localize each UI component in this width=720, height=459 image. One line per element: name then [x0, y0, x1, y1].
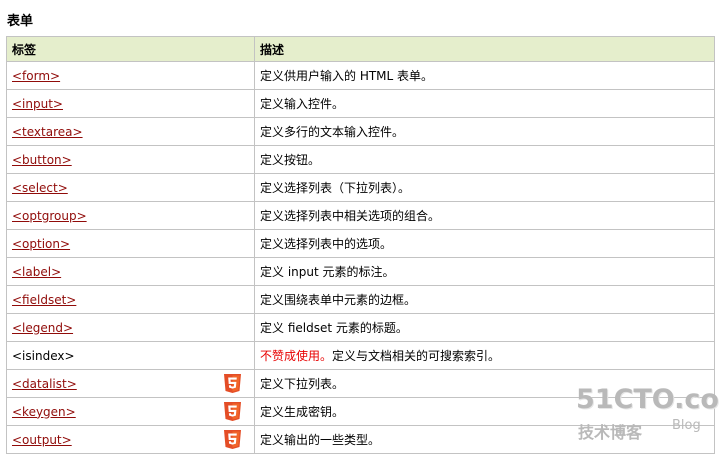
tag-link[interactable]: <fieldset> [12, 293, 76, 307]
description-cell: 定义输出的一些类型。 [254, 425, 715, 454]
table-row: <datalist> 定义下拉列表。 [6, 369, 715, 398]
description-text: 定义下拉列表。 [260, 377, 345, 391]
tag-cell: <keygen> [6, 397, 255, 426]
html5-icon [224, 402, 241, 421]
description-cell: 定义选择列表（下拉列表）。 [254, 173, 715, 202]
description-cell: 定义选择列表中相关选项的组合。 [254, 201, 715, 230]
table-row: <textarea> 定义多行的文本输入控件。 [6, 117, 715, 146]
tag-cell-content: <select> [12, 181, 249, 195]
table-row: <fieldset> 定义围绕表单中元素的边框。 [6, 285, 715, 314]
tag-link[interactable]: <optgroup> [12, 209, 87, 223]
tag-cell: <output> [6, 425, 255, 454]
description-cell: 定义输入控件。 [254, 89, 715, 118]
tag-cell-content: <input> [12, 97, 249, 111]
description-text: 定义多行的文本输入控件。 [260, 125, 405, 139]
tag-cell-content: <fieldset> [12, 293, 249, 307]
tag-cell: <label> [6, 257, 255, 286]
tag-cell-content: <option> [12, 237, 249, 251]
tag-cell: <legend> [6, 313, 255, 342]
section-title: 表单 [7, 14, 34, 29]
tag-cell: <fieldset> [6, 285, 255, 314]
table-row: <output> 定义输出的一些类型。 [6, 425, 715, 454]
tag-link[interactable]: <datalist> [12, 377, 77, 391]
tag-cell: <datalist> [6, 369, 255, 398]
tag-cell: <textarea> [6, 117, 255, 146]
description-text: 定义选择列表中相关选项的组合。 [260, 209, 441, 223]
description-text: 定义与文档相关的可搜索索引。 [332, 349, 501, 363]
description-text: 定义按钮。 [260, 153, 321, 167]
tag-cell: <optgroup> [6, 201, 255, 230]
tag-name: <isindex> [12, 348, 75, 363]
description-cell: 不赞成使用。定义与文档相关的可搜索索引。 [254, 341, 715, 370]
tag-link[interactable]: <input> [12, 97, 63, 111]
tag-link[interactable]: <label> [12, 265, 61, 279]
table-row: <select> 定义选择列表（下拉列表）。 [6, 173, 715, 202]
description-cell: 定义 fieldset 元素的标题。 [254, 313, 715, 342]
table-header-row: 标签 描述 [6, 36, 715, 62]
description-text: 定义生成密钥。 [260, 405, 345, 419]
description-text: 定义选择列表中的选项。 [260, 237, 393, 251]
tag-cell: <input> [6, 89, 255, 118]
description-text: 定义 input 元素的标注。 [260, 265, 395, 279]
tag-cell: <button> [6, 145, 255, 174]
table-row: <button> 定义按钮。 [6, 145, 715, 174]
description-cell: 定义围绕表单中元素的边框。 [254, 285, 715, 314]
tag-link[interactable]: <keygen> [12, 405, 76, 419]
table-row: <label> 定义 input 元素的标注。 [6, 257, 715, 286]
description-text: 定义围绕表单中元素的边框。 [260, 293, 417, 307]
html5-icon [224, 374, 241, 393]
tag-link[interactable]: <form> [12, 69, 60, 83]
column-header-description: 描述 [254, 36, 715, 62]
tag-link[interactable]: <textarea> [12, 125, 83, 139]
column-header-tag: 标签 [6, 36, 255, 62]
description-cell: 定义生成密钥。 [254, 397, 715, 426]
tag-cell-content: <label> [12, 265, 249, 279]
tag-cell-content: <legend> [12, 321, 249, 335]
tag-cell-content: <button> [12, 153, 249, 167]
description-text: 定义 fieldset 元素的标题。 [260, 321, 408, 335]
tag-cell-content: <keygen> [12, 402, 249, 421]
tag-cell: <form> [6, 61, 255, 90]
tag-cell-content: <form> [12, 69, 249, 83]
tag-cell: <option> [6, 229, 255, 258]
tag-cell-content: <isindex> [12, 349, 249, 363]
tag-link[interactable]: <output> [12, 433, 72, 447]
description-cell: 定义下拉列表。 [254, 369, 715, 398]
tag-link[interactable]: <legend> [12, 321, 73, 335]
description-cell: 定义 input 元素的标注。 [254, 257, 715, 286]
tag-cell-content: <textarea> [12, 125, 249, 139]
table-row: <input> 定义输入控件。 [6, 89, 715, 118]
description-text: 定义供用户输入的 HTML 表单。 [260, 69, 434, 83]
description-cell: 定义供用户输入的 HTML 表单。 [254, 61, 715, 90]
table-row: <legend> 定义 fieldset 元素的标题。 [6, 313, 715, 342]
table-row: <keygen> 定义生成密钥。 [6, 397, 715, 426]
deprecated-warning: 不赞成使用。 [260, 349, 333, 363]
tag-link[interactable]: <button> [12, 153, 72, 167]
tag-cell-content: <datalist> [12, 374, 249, 393]
tag-link[interactable]: <select> [12, 181, 68, 195]
tag-cell: <isindex> [6, 341, 255, 370]
table-row: <isindex> 不赞成使用。定义与文档相关的可搜索索引。 [6, 341, 715, 370]
description-text: 定义选择列表（下拉列表）。 [260, 181, 411, 195]
tag-reference-table: 标签 描述 <form> 定义供用户输入的 HTML 表单。 <input> 定义输入… [6, 36, 715, 454]
tag-cell-content: <output> [12, 430, 249, 449]
table-row: <option> 定义选择列表中的选项。 [6, 229, 715, 258]
tag-link[interactable]: <option> [12, 237, 70, 251]
description-cell: 定义按钮。 [254, 145, 715, 174]
description-cell: 定义多行的文本输入控件。 [254, 117, 715, 146]
tag-cell: <select> [6, 173, 255, 202]
table-row: <form> 定义供用户输入的 HTML 表单。 [6, 61, 715, 90]
description-cell: 定义选择列表中的选项。 [254, 229, 715, 258]
table-row: <optgroup> 定义选择列表中相关选项的组合。 [6, 201, 715, 230]
description-text: 定义输出的一些类型。 [260, 433, 381, 447]
html5-icon [224, 430, 241, 449]
description-text: 定义输入控件。 [260, 97, 345, 111]
tag-cell-content: <optgroup> [12, 209, 249, 223]
